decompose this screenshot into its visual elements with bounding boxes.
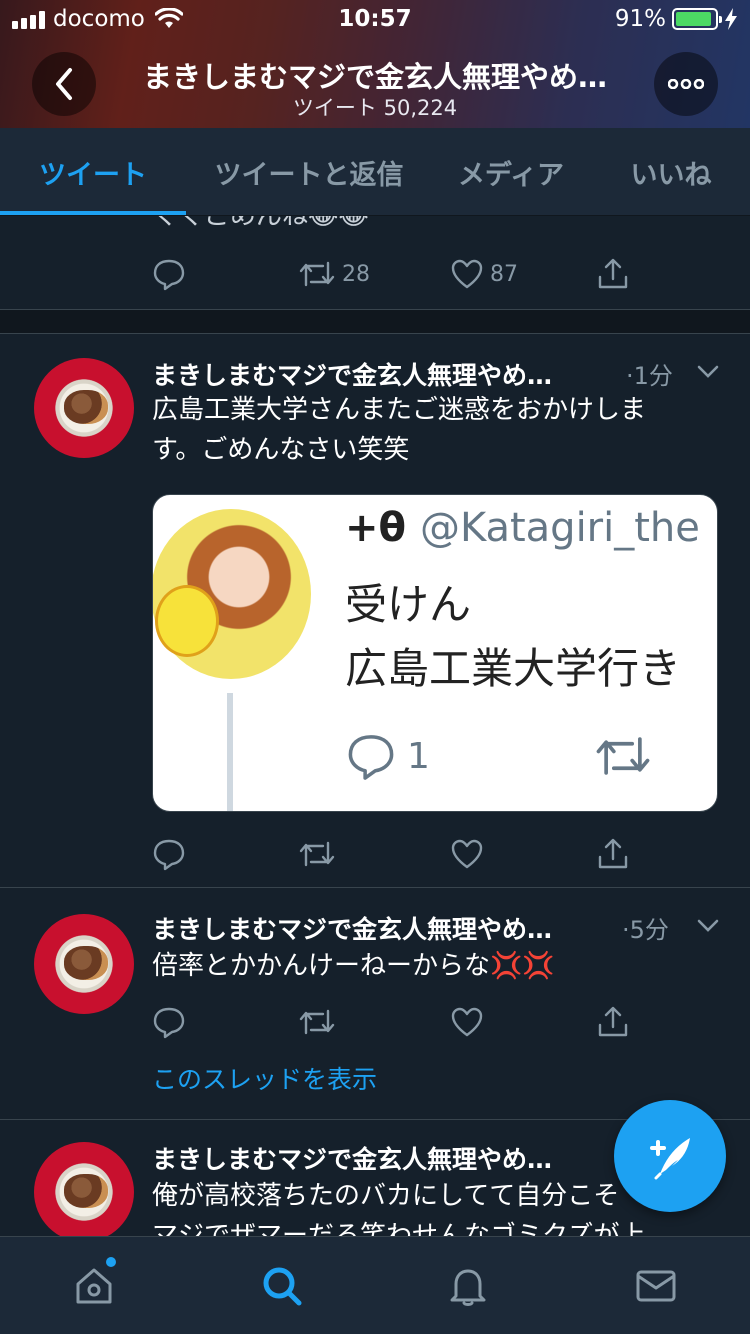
retweet-button[interactable]: [298, 1002, 336, 1042]
card-character-mascot: [155, 585, 219, 657]
tab-tweets-and-replies[interactable]: ツイートと返信: [196, 128, 422, 216]
reply-button[interactable]: [152, 254, 186, 294]
tweet-author-name[interactable]: まきしまむマジで金玄人無理やめ…: [152, 356, 552, 392]
nav-messages[interactable]: [586, 1237, 726, 1334]
like-count: 87: [490, 261, 518, 287]
tweet-text-line1: 広島工業大学さんまたご迷惑をおかけしま: [152, 395, 647, 425]
battery-icon: [672, 8, 722, 30]
heart-icon: [451, 1007, 483, 1037]
nav-home[interactable]: [24, 1237, 164, 1334]
card-thread-line: [227, 693, 233, 811]
card-author: +θ @Katagiri_the: [345, 505, 700, 551]
home-icon: [76, 1268, 112, 1304]
card-text-line2: 広島工業大学行き: [345, 644, 682, 693]
tweet-image-card[interactable]: +θ @Katagiri_the 受けん 広島工業大学行き 1: [152, 494, 718, 812]
card-text-line1: 受けん: [345, 580, 472, 629]
new-tweets-dot: [106, 1257, 116, 1267]
profile-name-title: まきしまむマジで金玄人無理やめ…: [142, 60, 607, 94]
avatar[interactable]: [34, 1142, 134, 1236]
chevron-down-icon[interactable]: [696, 364, 720, 380]
more-dots-icon: [668, 79, 704, 89]
share-icon: [598, 838, 628, 869]
chevron-down-icon[interactable]: [696, 918, 720, 934]
avatar[interactable]: [34, 914, 134, 1014]
compose-tweet-button[interactable]: [614, 1100, 726, 1212]
share-button[interactable]: [596, 1002, 630, 1042]
card-handle: @Katagiri_the: [419, 505, 700, 551]
tweet-partial[interactable]: くくごめんね😂😂 28 87: [0, 216, 750, 310]
tab-media[interactable]: メディア: [438, 128, 584, 216]
tweet-text-line2: マジでザマーだる笑わせんなゴミクズが上: [152, 1221, 646, 1236]
bottom-tab-bar: [0, 1236, 750, 1334]
reply-icon: [153, 259, 185, 291]
like-button[interactable]: [450, 1002, 484, 1042]
tweet-text-line2: す。ごめんなさい笑笑: [152, 435, 410, 465]
heart-icon: [451, 259, 483, 289]
chevron-left-icon: [56, 68, 72, 100]
share-icon: [598, 258, 628, 289]
more-options-button[interactable]: [654, 52, 718, 116]
profile-header: docomo 10:57 91% まきしまむマジで金玄人無理やめ… ツイート 5: [0, 0, 750, 128]
tweet-item[interactable]: まきしまむマジで金玄人無理やめ… ·1分 広島工業大学さんまたご迷惑をおかけしま…: [0, 334, 750, 888]
share-icon: [598, 1006, 628, 1037]
tweet-feed[interactable]: くくごめんね😂😂 28 87 まきしまむマジで金玄人無理やめ… ·1分 広島工業…: [0, 216, 750, 1236]
tab-tweets[interactable]: ツイート: [0, 128, 186, 216]
share-button[interactable]: [596, 834, 630, 874]
compose-feather-icon: [650, 1138, 690, 1180]
search-icon: [263, 1267, 302, 1306]
charging-bolt-icon: [725, 8, 737, 30]
envelope-icon: [636, 1270, 676, 1302]
tweet-author-name[interactable]: まきしまむマジで金玄人無理やめ…: [152, 910, 552, 946]
tweet-author-name[interactable]: まきしまむマジで金玄人無理やめ…: [152, 1140, 552, 1176]
feed-separator: [0, 310, 750, 334]
profile-tabs: ツイート ツイートと返信 メディア いいね: [0, 128, 750, 216]
retweet-icon: [596, 737, 650, 775]
retweet-button[interactable]: [298, 834, 336, 874]
nav-notifications[interactable]: [398, 1237, 538, 1334]
back-button[interactable]: [32, 52, 96, 116]
share-button[interactable]: [596, 254, 630, 294]
retweet-icon: [299, 841, 335, 867]
reply-button[interactable]: [152, 1002, 186, 1042]
reply-button[interactable]: [152, 834, 186, 874]
active-tab-indicator: [0, 211, 186, 215]
avatar[interactable]: [34, 358, 134, 458]
reply-icon: [153, 1007, 185, 1039]
reply-icon: [153, 839, 185, 871]
tweet-timestamp: ·1分: [626, 362, 673, 390]
show-thread-link[interactable]: このスレッドを表示: [152, 1060, 377, 1096]
tweet-text: くくごめんね😂😂: [152, 216, 369, 231]
reply-icon: [348, 735, 394, 780]
battery-percent: 91%: [614, 6, 666, 32]
bell-icon: [450, 1269, 486, 1306]
tweet-item[interactable]: まきしまむマジで金玄人無理やめ… ·5分 倍率とかかんけーねーからな💢💢 このス…: [0, 888, 750, 1120]
tweet-text-line1: 倍率とかかんけーねーからな💢💢: [152, 951, 555, 981]
tab-likes[interactable]: いいね: [606, 128, 736, 216]
heart-icon: [451, 839, 483, 869]
tweet-timestamp: ·5分: [622, 916, 669, 944]
nav-search[interactable]: [212, 1237, 352, 1334]
like-button[interactable]: [450, 834, 484, 874]
retweet-count: 28: [342, 261, 370, 287]
retweet-icon: [299, 1009, 335, 1035]
retweet-icon: [299, 261, 335, 287]
status-bar: docomo 10:57 91%: [0, 0, 750, 40]
tweet-count: ツイート 50,224: [292, 96, 458, 120]
card-reply-count: 1: [345, 731, 430, 781]
retweet-button[interactable]: 28: [298, 254, 370, 294]
like-button[interactable]: 87: [450, 254, 518, 294]
